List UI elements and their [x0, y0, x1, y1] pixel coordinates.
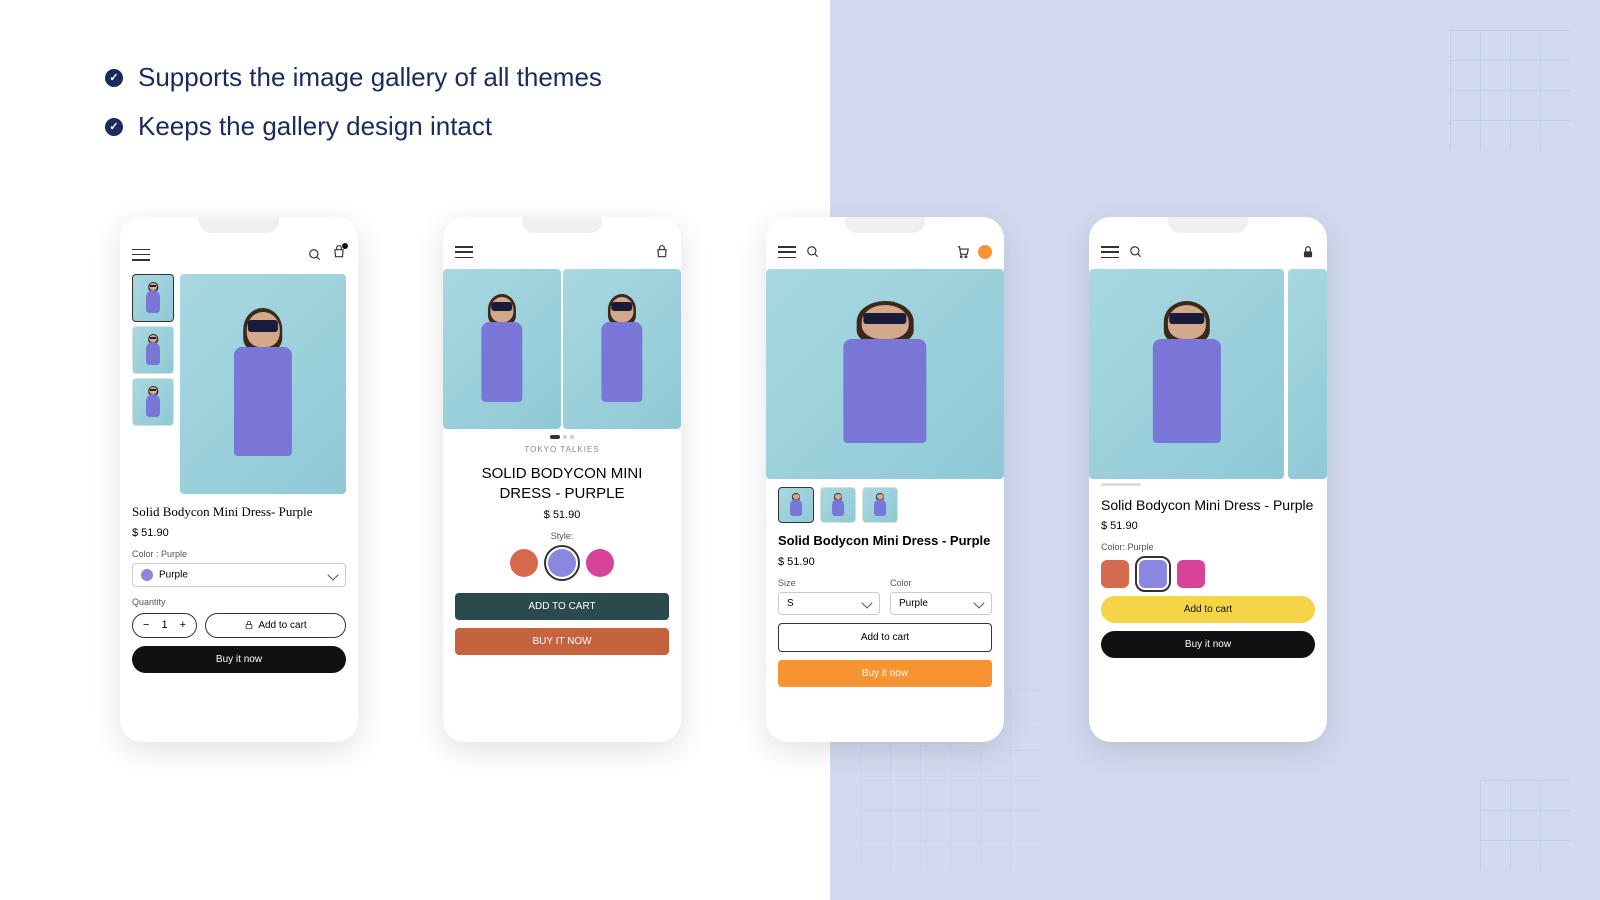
color-label: Color: Purple — [1101, 542, 1315, 552]
scroll-indicator — [1101, 483, 1141, 486]
menu-icon[interactable] — [455, 246, 473, 258]
size-value: S — [787, 598, 794, 609]
add-to-cart-button[interactable]: ADD TO CART — [455, 593, 669, 620]
phone-mockup-3: Solid Bodycon Mini Dress - Purple $ 51.9… — [766, 217, 1004, 742]
brand-name: TOKYO TALKIES — [455, 445, 669, 454]
product-title: Solid Bodycon Mini Dress - Purple — [778, 533, 992, 550]
quantity-stepper[interactable]: − 1 + — [132, 613, 197, 638]
phone-mockup-4: Solid Bodycon Mini Dress - Purple $ 51.9… — [1089, 217, 1327, 742]
check-icon: ✓ — [105, 118, 123, 136]
topbar — [132, 245, 346, 264]
search-icon[interactable] — [1129, 245, 1143, 259]
buy-now-button[interactable]: Buy it now — [1101, 631, 1315, 658]
product-title: Solid Bodycon Mini Dress - Purple — [1101, 496, 1315, 514]
bag-icon[interactable] — [655, 245, 669, 259]
add-to-cart-button[interactable]: Add to cart — [1101, 596, 1315, 623]
lock-icon[interactable] — [1301, 245, 1315, 259]
menu-icon[interactable] — [132, 249, 150, 261]
topbar — [778, 245, 992, 259]
thumbnail-strip — [132, 274, 174, 494]
feature-text: Supports the image gallery of all themes — [138, 62, 602, 93]
thumbnail[interactable] — [132, 326, 174, 374]
phone-notch — [1168, 217, 1248, 233]
phone-mockup-1: Solid Bodycon Mini Dress- Purple $ 51.90… — [120, 217, 358, 742]
pagination-dots — [455, 435, 669, 439]
phone-notch — [199, 217, 279, 233]
chevron-down-icon — [861, 598, 872, 609]
product-price: $ 51.90 — [132, 527, 346, 539]
bag-icon[interactable] — [332, 245, 346, 264]
quantity-label: Quantity — [132, 597, 346, 607]
product-title: SOLID BODYCON MINI DRESS - PURPLE — [455, 464, 669, 503]
thumbnail-row — [778, 487, 992, 523]
product-price: $ 51.90 — [778, 556, 992, 568]
add-cart-label: Add to cart — [258, 620, 306, 631]
feature-item: ✓ Keeps the gallery design intact — [105, 111, 602, 142]
buy-now-button[interactable]: Buy it now — [778, 660, 992, 687]
search-icon[interactable] — [806, 245, 820, 259]
chevron-down-icon — [973, 598, 984, 609]
main-product-image[interactable] — [180, 274, 346, 494]
product-price: $ 51.90 — [1101, 520, 1315, 532]
size-select[interactable]: S — [778, 592, 880, 615]
qty-plus[interactable]: + — [180, 619, 186, 631]
topbar — [1101, 245, 1315, 259]
search-icon[interactable] — [308, 248, 322, 262]
product-title: Solid Bodycon Mini Dress- Purple — [132, 504, 346, 521]
thumbnail[interactable] — [862, 487, 898, 523]
phone-mockup-2: TOKYO TALKIES SOLID BODYCON MINI DRESS -… — [443, 217, 681, 742]
qty-minus[interactable]: − — [143, 619, 149, 631]
color-value: Purple — [159, 570, 188, 581]
user-badge[interactable] — [978, 245, 992, 259]
swatch-orange[interactable] — [1101, 560, 1129, 588]
phone-notch — [522, 217, 602, 233]
swatch-pink[interactable] — [586, 549, 614, 577]
add-to-cart-button[interactable]: Add to cart — [778, 623, 992, 652]
chevron-down-icon — [327, 569, 338, 580]
swatch-pink[interactable] — [1177, 560, 1205, 588]
gallery-image[interactable] — [1089, 269, 1284, 479]
topbar — [455, 245, 669, 259]
color-value: Purple — [899, 598, 928, 609]
menu-icon[interactable] — [1101, 246, 1119, 258]
feature-list: ✓ Supports the image gallery of all them… — [105, 62, 602, 160]
swatch-purple[interactable] — [1139, 560, 1167, 588]
cart-icon[interactable] — [956, 245, 970, 259]
qty-value: 1 — [161, 619, 167, 631]
gallery-image-peek[interactable] — [1288, 269, 1327, 479]
gallery-image[interactable] — [563, 269, 681, 429]
main-product-image[interactable] — [766, 269, 1004, 479]
check-icon: ✓ — [105, 69, 123, 87]
style-label: Style: — [455, 531, 669, 541]
gallery-image[interactable] — [443, 269, 561, 429]
product-price: $ 51.90 — [455, 509, 669, 521]
thumbnail[interactable] — [132, 274, 174, 322]
color-label: Color : Purple — [132, 549, 346, 559]
color-label: Color — [890, 578, 992, 588]
swatch-orange[interactable] — [510, 549, 538, 577]
color-select[interactable]: Purple — [132, 563, 346, 587]
thumbnail[interactable] — [132, 378, 174, 426]
thumbnail[interactable] — [820, 487, 856, 523]
swatch-row — [1101, 560, 1315, 588]
feature-item: ✓ Supports the image gallery of all them… — [105, 62, 602, 93]
grid-decoration — [1480, 780, 1570, 870]
thumbnail[interactable] — [778, 487, 814, 523]
swatch-row — [455, 549, 669, 577]
feature-text: Keeps the gallery design intact — [138, 111, 492, 142]
menu-icon[interactable] — [778, 246, 796, 258]
lock-icon — [244, 620, 254, 630]
buy-now-button[interactable]: BUY IT NOW — [455, 628, 669, 655]
swatch-purple[interactable] — [548, 549, 576, 577]
phone-notch — [845, 217, 925, 233]
color-select[interactable]: Purple — [890, 592, 992, 615]
buy-now-button[interactable]: Buy it now — [132, 646, 346, 673]
grid-decoration — [1450, 30, 1570, 150]
add-to-cart-button[interactable]: Add to cart — [205, 613, 346, 638]
size-label: Size — [778, 578, 880, 588]
